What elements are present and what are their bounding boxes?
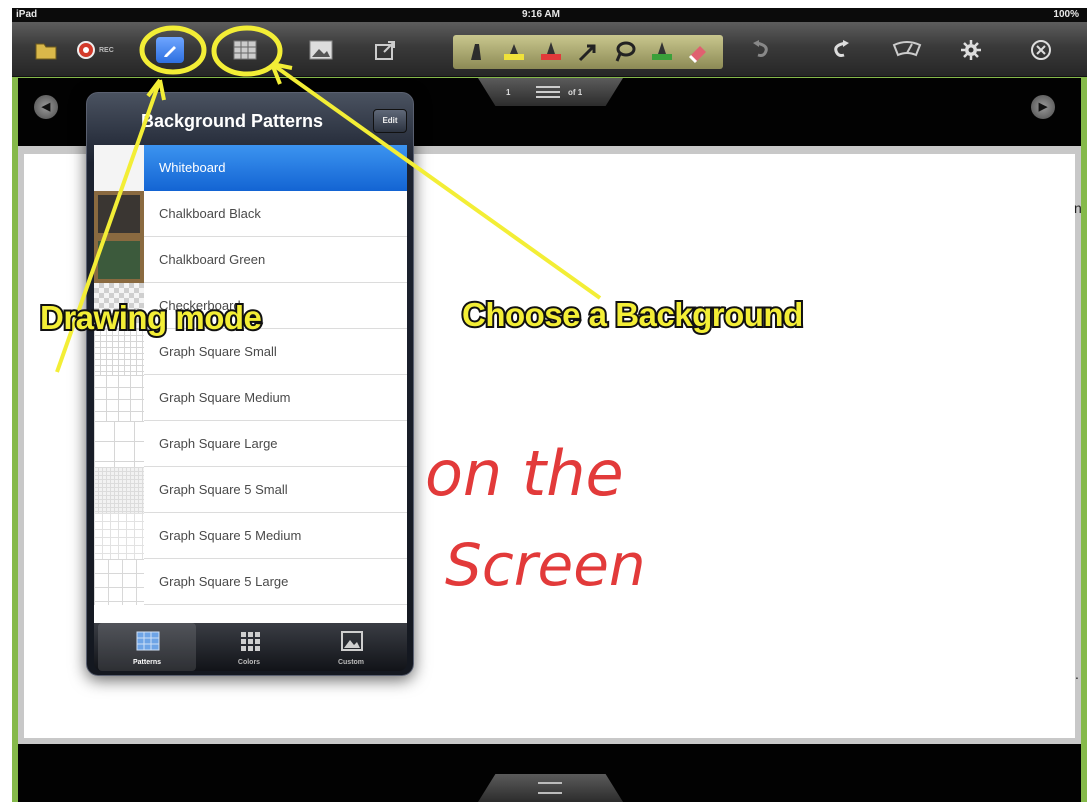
- background-highlight-circle: [211, 25, 283, 77]
- edge-fragment-top: n: [1074, 200, 1082, 216]
- edge-fragment-bottom: .: [1075, 666, 1079, 682]
- drawing-mode-callout: Drawing mode: [38, 297, 264, 338]
- choose-background-callout: Choose a Background: [460, 294, 805, 335]
- background-arrow: [270, 62, 602, 300]
- pen-highlight-circle: [139, 25, 207, 75]
- annotation-overlay: [55, 25, 602, 373]
